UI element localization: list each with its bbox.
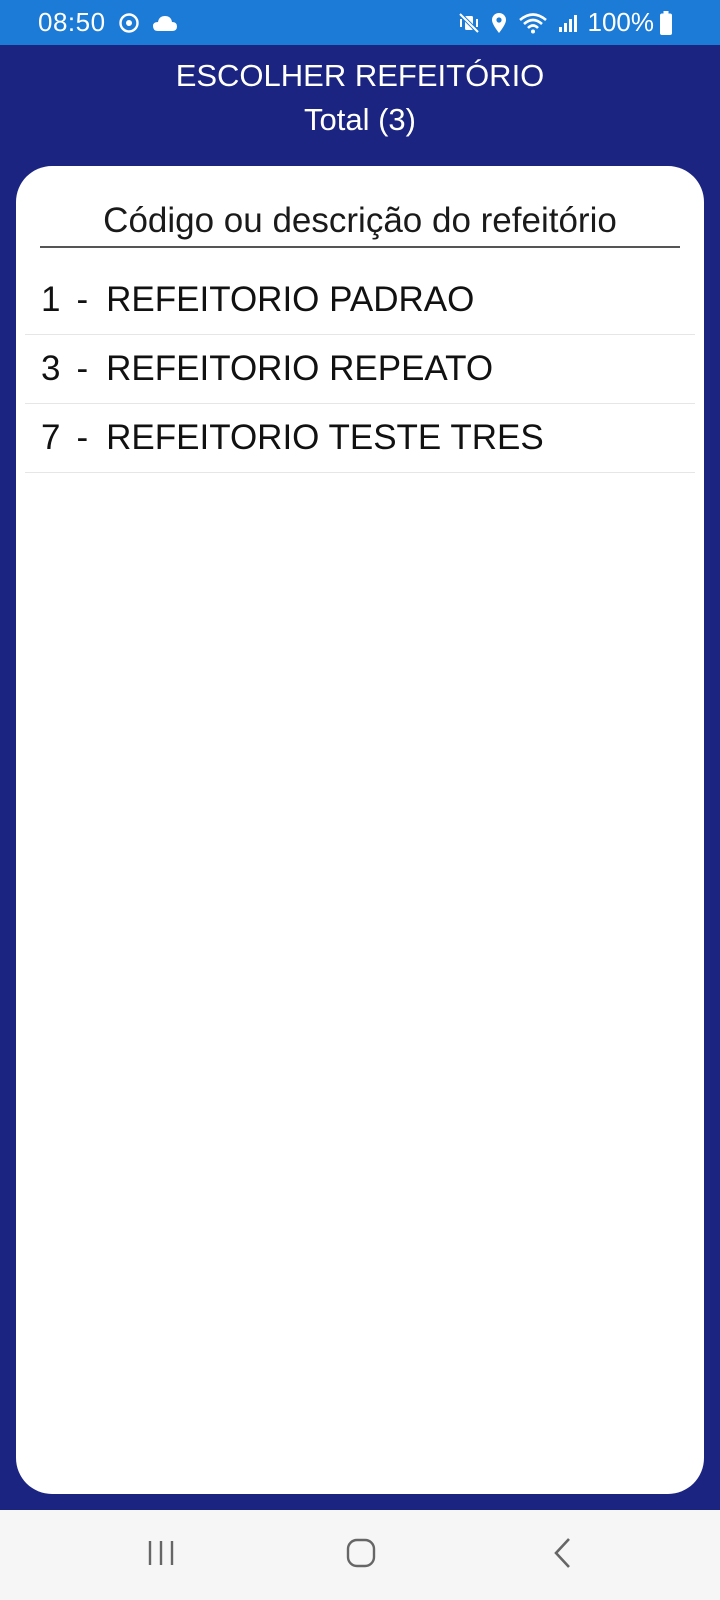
home-button[interactable]: [331, 1532, 391, 1578]
item-separator: -: [76, 349, 89, 388]
item-code: 7: [41, 418, 61, 457]
recent-apps-button[interactable]: [131, 1532, 191, 1578]
item-separator: -: [76, 280, 89, 319]
back-icon: [552, 1537, 574, 1574]
battery-icon: [660, 10, 672, 35]
battery-level: 100%: [587, 7, 655, 37]
item-code: 3: [41, 349, 61, 388]
refeitorio-list: 1 - REFEITORIO PADRAO 3 - REFEITORIO REP…: [25, 266, 695, 473]
navigation-bar: [0, 1510, 720, 1600]
status-bar-left: 08:50: [38, 7, 178, 38]
mute-vibrate-icon: [458, 12, 480, 34]
recent-apps-icon: [146, 1539, 176, 1572]
content-card: 1 - REFEITORIO PADRAO 3 - REFEITORIO REP…: [16, 166, 704, 1494]
wifi-icon: [518, 12, 548, 34]
item-name: REFEITORIO TESTE TRES: [106, 418, 544, 457]
search-input[interactable]: [40, 196, 680, 248]
header: ESCOLHER REFEITÓRIO Total (3): [0, 45, 720, 165]
total-count: Total (3): [304, 102, 416, 137]
page-title: ESCOLHER REFEITÓRIO: [175, 58, 545, 93]
home-icon: [345, 1537, 377, 1574]
item-name: REFEITORIO PADRAO: [106, 280, 475, 319]
item-separator: -: [76, 418, 89, 457]
item-code: 1: [41, 280, 61, 319]
list-item[interactable]: 3 - REFEITORIO REPEATO: [25, 335, 695, 404]
back-button[interactable]: [533, 1532, 593, 1578]
list-item[interactable]: 7 - REFEITORIO TESTE TRES: [25, 404, 695, 473]
sync-icon: [118, 12, 140, 34]
item-name: REFEITORIO REPEATO: [106, 349, 494, 388]
status-bar-right: 100%: [458, 7, 683, 38]
cloud-icon: [152, 14, 178, 32]
status-time: 08:50: [38, 7, 106, 37]
location-icon: [490, 12, 508, 34]
list-item[interactable]: 1 - REFEITORIO PADRAO: [25, 266, 695, 335]
status-bar: 08:50 100%: [0, 0, 720, 45]
signal-icon: [558, 13, 578, 33]
